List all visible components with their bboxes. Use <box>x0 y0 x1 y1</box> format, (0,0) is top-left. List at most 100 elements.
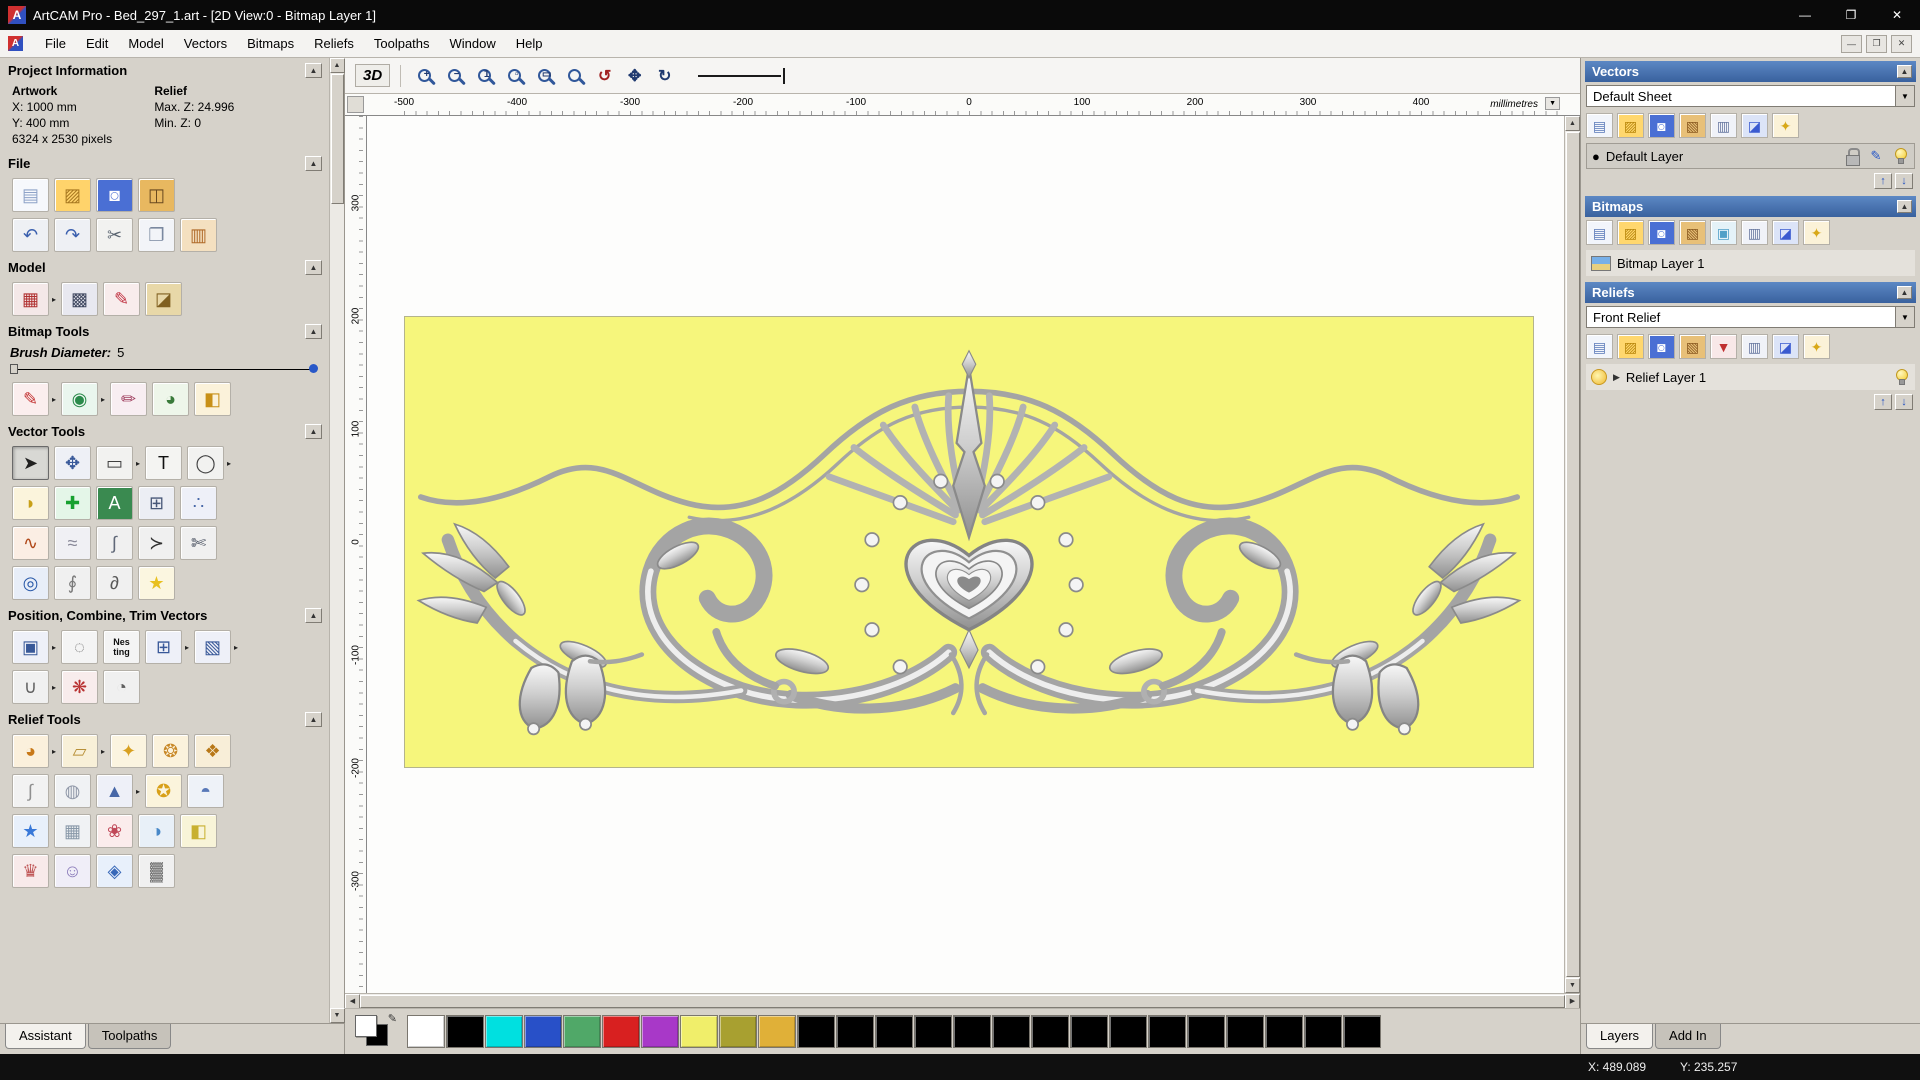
vectors-import-icon[interactable]: ▧ <box>1679 113 1706 138</box>
sheet-dropdown[interactable]: Default Sheet ▼ <box>1586 85 1915 107</box>
scroll-left-icon[interactable]: ◀ <box>345 993 360 1009</box>
palette-swatch[interactable] <box>1031 1015 1069 1048</box>
smooth-polyline-icon[interactable]: ≈ <box>54 526 91 560</box>
primary-secondary-colors[interactable]: ✎ <box>351 1013 399 1050</box>
flower-relief-icon[interactable]: ❀ <box>96 814 133 848</box>
tab-layers[interactable]: Layers <box>1586 1024 1654 1049</box>
mirror-relief-icon[interactable]: ◑ <box>138 814 175 848</box>
constant-height-icon[interactable]: ◓ <box>187 774 225 808</box>
rollup-button[interactable]: ▲ <box>305 155 322 171</box>
flyout-arrow-icon[interactable]: ▸ <box>185 643 189 652</box>
canvas-viewport[interactable] <box>367 116 1564 993</box>
create-arc-icon[interactable]: ≻ <box>138 526 175 560</box>
model-preview-icon[interactable]: ◪ <box>145 282 183 316</box>
colour-picker-icon[interactable]: ✏ <box>110 382 148 416</box>
mdi-minimize-button[interactable]: — <box>1841 34 1862 53</box>
flyout-arrow-icon[interactable]: ▸ <box>52 747 56 756</box>
mdi-restore-button[interactable]: ❐ <box>1866 34 1887 53</box>
rollup-button[interactable]: ▲ <box>305 423 322 439</box>
reliefs-transfer-icon[interactable]: ▼ <box>1710 334 1737 359</box>
create-text-icon[interactable]: T <box>145 446 183 480</box>
shape-editor-icon[interactable]: ◕ <box>12 734 49 768</box>
bitmaps-merge-layers-icon[interactable]: ✦ <box>1803 220 1830 245</box>
wrap-vectors-icon[interactable]: ◎ <box>12 566 49 600</box>
palette-swatch[interactable] <box>680 1015 718 1048</box>
measure-icon[interactable]: ◯ <box>187 446 225 480</box>
rollup-button[interactable]: ▲ <box>305 259 322 275</box>
bitmaps-new-icon[interactable]: ▤ <box>1586 220 1613 245</box>
scroll-right-icon[interactable]: ▶ <box>1565 993 1580 1009</box>
reliefs-import-icon[interactable]: ▧ <box>1679 334 1706 359</box>
turn-icon[interactable]: ▲ <box>96 774 133 808</box>
flyout-arrow-icon[interactable]: ▸ <box>101 747 105 756</box>
rollup-button[interactable]: ▲ <box>305 711 322 727</box>
rollup-button[interactable]: ▲ <box>1897 200 1912 213</box>
brush-diameter-slider[interactable] <box>10 362 318 376</box>
zoom-previous-icon[interactable]: ↺ <box>591 62 618 89</box>
reliefs-save-icon[interactable]: ◙ <box>1648 334 1675 359</box>
dropdown-arrow-icon[interactable]: ▼ <box>1895 86 1914 106</box>
artwork-canvas[interactable] <box>404 316 1534 768</box>
set-model-size-icon[interactable]: ▦ <box>12 282 49 316</box>
lock-icon[interactable] <box>1843 147 1861 166</box>
mdi-close-button[interactable]: ✕ <box>1891 34 1912 53</box>
flyout-arrow-icon[interactable]: ▸ <box>52 683 56 692</box>
menu-file[interactable]: File <box>36 32 75 55</box>
expander-icon[interactable]: ▶ <box>1613 372 1620 383</box>
palette-swatch[interactable] <box>992 1015 1030 1048</box>
open-model-icon[interactable]: ▨ <box>54 178 91 212</box>
texture-relief-icon[interactable]: ❂ <box>152 734 190 768</box>
extrude-icon[interactable]: ∫ <box>12 774 49 808</box>
palette-swatch[interactable] <box>641 1015 679 1048</box>
join-vectors-icon[interactable]: ∪ <box>12 670 49 704</box>
node-editing-icon[interactable]: ✚ <box>54 486 91 520</box>
edit-pencil-icon[interactable]: ✎ <box>1867 147 1885 165</box>
export-model-icon[interactable]: ◫ <box>138 178 175 212</box>
menu-help[interactable]: Help <box>507 32 552 55</box>
create-polyline-icon[interactable]: ∿ <box>12 526 49 560</box>
group-vectors-icon[interactable]: ▧ <box>194 630 232 664</box>
scrollbar-thumb[interactable] <box>330 74 344 204</box>
zoom-page-icon[interactable]: ▭ <box>531 62 558 89</box>
rollup-button[interactable]: ▲ <box>305 323 322 339</box>
paint-selective-icon[interactable]: ◉ <box>61 382 99 416</box>
align-vectors-icon[interactable]: ⊞ <box>145 630 183 664</box>
fit-curve-icon[interactable]: ∫ <box>96 526 133 560</box>
undo-icon[interactable]: ↶ <box>12 218 49 252</box>
offset-relief-icon[interactable]: ◧ <box>180 814 217 848</box>
reliefs-new-icon[interactable]: ▤ <box>1586 334 1613 359</box>
palette-swatch[interactable] <box>953 1015 991 1048</box>
rollup-button[interactable]: ▲ <box>305 607 322 623</box>
two-rail-sweep-icon[interactable]: ❖ <box>194 734 232 768</box>
flyout-arrow-icon[interactable]: ▸ <box>227 459 231 468</box>
palette-swatch[interactable] <box>1304 1015 1342 1048</box>
pan-view-icon[interactable]: ✥ <box>621 62 648 89</box>
primary-color-swatch[interactable] <box>355 1015 377 1037</box>
trim-vectors-icon[interactable]: ✄ <box>180 526 217 560</box>
menu-bitmaps[interactable]: Bitmaps <box>238 32 303 55</box>
flyout-arrow-icon[interactable]: ▸ <box>101 395 105 404</box>
dropdown-arrow-icon[interactable]: ▼ <box>1895 307 1914 327</box>
fillet-icon[interactable]: ∮ <box>54 566 91 600</box>
canvas-hscrollbar[interactable]: ◀ ▶ <box>345 993 1580 1009</box>
vectors-merge-layers-icon[interactable]: ✦ <box>1772 113 1799 138</box>
hscroll-thumb[interactable] <box>360 994 1565 1008</box>
visibility-bulb-icon[interactable] <box>1891 147 1909 165</box>
model-lighting-icon[interactable]: ▩ <box>61 282 99 316</box>
flood-fill-icon[interactable]: ◧ <box>194 382 232 416</box>
bitmaps-delete-layer-icon[interactable]: ◪ <box>1772 220 1799 245</box>
weave-relief-icon[interactable]: ▦ <box>54 814 91 848</box>
transform-vectors-icon[interactable]: ✥ <box>54 446 91 480</box>
tab-add-in[interactable]: Add In <box>1655 1024 1721 1049</box>
sculpting-icon[interactable]: ✦ <box>110 734 148 768</box>
bitmap-layer-row[interactable]: Bitmap Layer 1 <box>1586 250 1915 276</box>
paste-along-curve-icon[interactable]: ⊞ <box>138 486 175 520</box>
vector-text-table-icon[interactable]: A <box>96 486 133 520</box>
vectors-open-icon[interactable]: ▨ <box>1617 113 1644 138</box>
palette-swatch[interactable] <box>485 1015 523 1048</box>
redo-icon[interactable]: ↷ <box>54 218 91 252</box>
cut-icon[interactable]: ✂ <box>96 218 133 252</box>
menu-reliefs[interactable]: Reliefs <box>305 32 363 55</box>
palette-swatch[interactable] <box>1070 1015 1108 1048</box>
vectors-delete-layer-icon[interactable]: ◪ <box>1741 113 1768 138</box>
